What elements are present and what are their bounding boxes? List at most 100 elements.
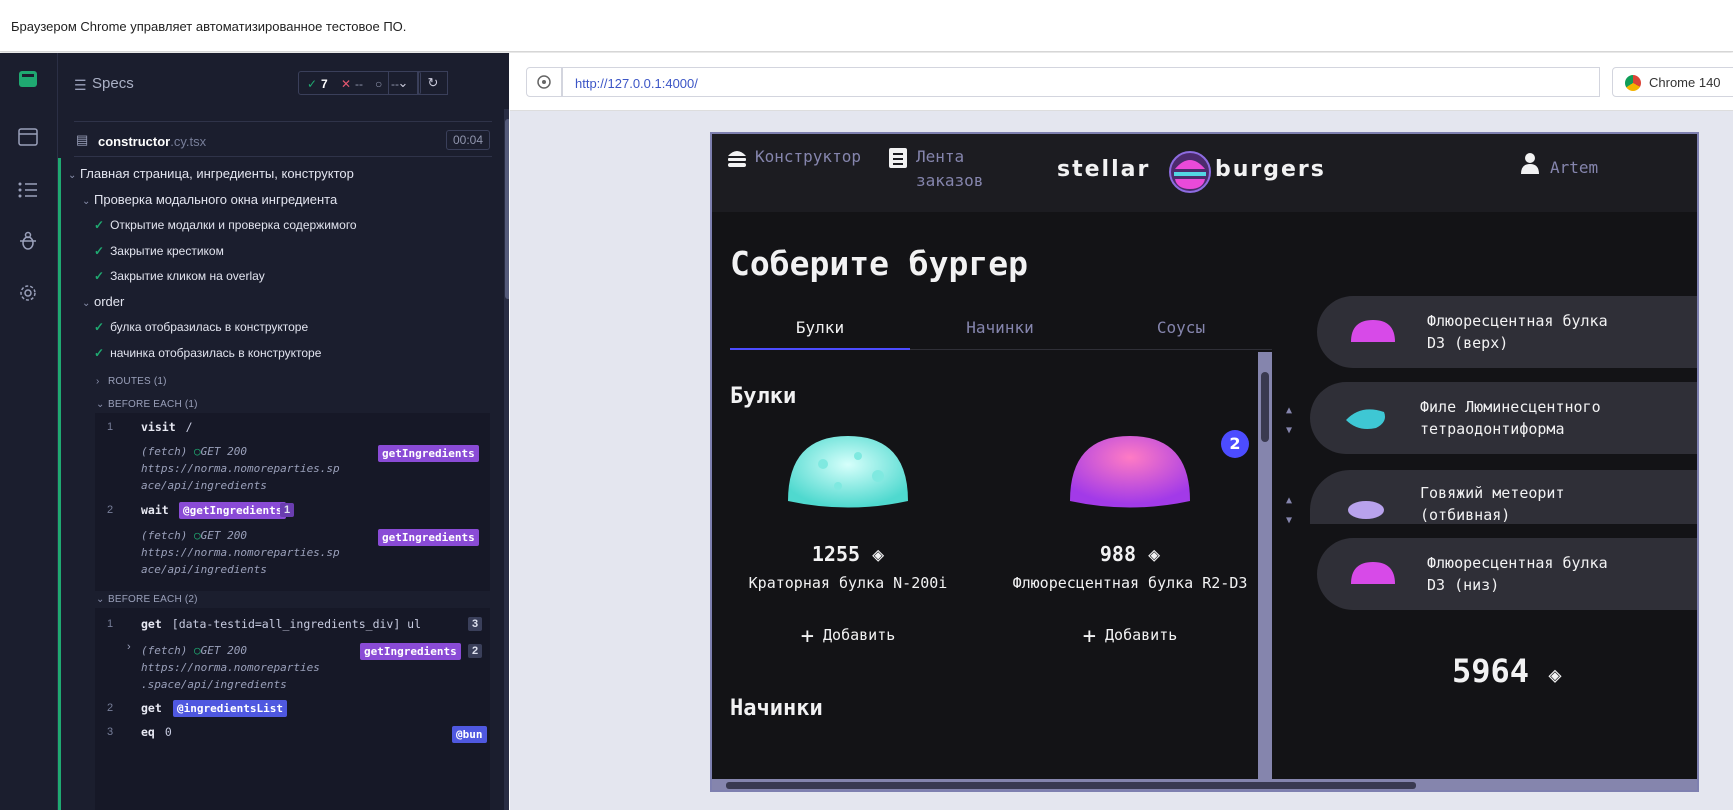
test-label: Закрытие крестиком	[110, 244, 224, 258]
nav-profile[interactable]: Artem	[1550, 156, 1598, 180]
before-each-1-commands: 1 visit / (fetch) ○GET 200 https://norma.n…	[95, 413, 490, 591]
browser-selector[interactable]: Chrome 140	[1612, 67, 1733, 97]
scroll-thumb[interactable]	[505, 119, 509, 299]
ingredients-scrollbar[interactable]	[1258, 352, 1272, 790]
ingredient-price: 1255 ◈	[728, 542, 968, 566]
specs-list-icon[interactable]: ☰	[74, 77, 87, 94]
tab-fillings[interactable]: Начинки	[910, 306, 1090, 350]
drag-handle-icon[interactable]: ▲ ▼	[1286, 496, 1292, 526]
fetch-log[interactable]: (fetch) ○GET 200 https://norma.nomorepart…	[141, 642, 320, 693]
url-text: https://norma.nomoreparties	[141, 661, 320, 674]
item-name-line1: Говяжий метеорит	[1420, 484, 1565, 502]
chevron-right-icon[interactable]: ›	[127, 641, 131, 653]
settings-gear-icon[interactable]	[16, 281, 40, 305]
profile-icon	[1520, 152, 1540, 178]
item-name-line2: D3 (низ)	[1427, 576, 1500, 594]
drag-handle-icon[interactable]: ▲ ▼	[1286, 406, 1292, 436]
item-name-line1: Филе Люминесцентного	[1420, 398, 1601, 416]
url-text: ace/api/ingredients	[141, 479, 267, 492]
failed-count: --	[355, 77, 363, 91]
before-each-1-label: BEFORE EACH (1)	[108, 399, 198, 410]
nav-feed-line1: Лента	[916, 147, 965, 166]
status-text: GET 200	[200, 644, 247, 657]
visit-command[interactable]: visit /	[141, 420, 193, 434]
test-item[interactable]: ✓ Открытие модалки и проверка содержимого	[94, 218, 357, 232]
bun-image	[1351, 320, 1395, 342]
get-command-text: get	[141, 617, 162, 631]
fluorescent-bun-image	[1070, 436, 1190, 508]
visit-command-text: visit	[141, 420, 176, 434]
add-ingredient-button[interactable]: + Добавить	[728, 624, 968, 649]
price-value: 1255	[811, 542, 861, 566]
fetch-log[interactable]: (fetch) ○GET 200 https://norma.nomorepart…	[141, 527, 340, 578]
add-ingredient-button[interactable]: + Добавить	[1010, 624, 1250, 649]
eq-command[interactable]: eq 0	[141, 725, 172, 739]
fetch-label: (fetch)	[141, 529, 188, 542]
add-label: Добавить	[1105, 626, 1178, 644]
wait-command[interactable]: wait	[141, 503, 169, 517]
get-command[interactable]: get	[141, 701, 162, 715]
specs-nav-icon[interactable]	[16, 125, 40, 149]
cypress-logo-icon[interactable]	[16, 67, 40, 91]
chevron-down-button[interactable]: ⌄	[388, 71, 418, 95]
order-suite[interactable]: ⌄ order	[82, 294, 124, 309]
test-item[interactable]: ✓ Закрытие крестиком	[94, 244, 224, 258]
get-command[interactable]: get [data-testid=all_ingredients_div] ul	[141, 617, 421, 631]
fetch-log[interactable]: (fetch) ○GET 200 https://norma.nomorepart…	[141, 443, 340, 494]
nav-feed-line2: заказов	[916, 171, 984, 190]
tab-buns[interactable]: Булки	[730, 306, 910, 350]
item-name-line1: Флюоресцентная булка	[1427, 312, 1608, 330]
app-header: Конструктор Лента заказов stellar burgers…	[712, 134, 1697, 212]
runs-nav-icon[interactable]	[16, 177, 40, 201]
before-each-2-toggle[interactable]: ⌄ BEFORE EACH (2)	[96, 590, 198, 605]
test-label: Закрытие кликом на overlay	[110, 269, 265, 283]
sub-suite-title[interactable]: ⌄ Проверка модального окна ингредиента	[82, 192, 337, 207]
logo-text-left: stellar	[1057, 157, 1151, 182]
browser-name: Chrome 140	[1649, 75, 1721, 90]
reporter-header: ☰ Specs ✓ 7 ✕ -- ○ -- ⌄ ↻	[58, 53, 500, 117]
test-item[interactable]: ✓ начинка отобразилась в конструкторе	[94, 346, 321, 360]
logo-icon	[1169, 151, 1211, 193]
rerun-button[interactable]: ↻	[418, 71, 448, 95]
bug-icon[interactable]	[16, 229, 40, 253]
scroll-thumb[interactable]	[1261, 372, 1269, 442]
nav-constructor[interactable]: Конструктор	[755, 145, 861, 169]
specs-label[interactable]: Specs	[92, 75, 134, 92]
ingredient-card[interactable]: 988 ◈ Флюоресцентная булка R2-D3 + Добав…	[1010, 396, 1250, 649]
banner-text: Браузером Chrome управляет автоматизиров…	[11, 19, 407, 34]
bun-image	[1351, 562, 1395, 584]
url-text: ace/api/ingredients	[141, 563, 267, 576]
stellar-burgers-logo[interactable]: stellar burgers	[1057, 149, 1327, 195]
reporter-scrollbar[interactable]	[504, 109, 509, 810]
wait-alias-tag: @getIngredients	[179, 502, 287, 519]
selector-playground-icon[interactable]	[526, 67, 562, 97]
scroll-thumb[interactable]	[726, 782, 1416, 789]
logo-text-right: burgers	[1215, 157, 1326, 182]
alias-tag: @ingredientsList	[173, 700, 287, 717]
ingredient-card[interactable]: 1255 ◈ Краторная булка N-200i + Добавить	[728, 396, 968, 649]
before-each-2-label: BEFORE EACH (2)	[108, 594, 198, 605]
app-horizontal-scrollbar[interactable]	[712, 779, 1697, 790]
constructor-bun-bottom: Флюоресцентная булка D3 (низ)	[1317, 538, 1697, 610]
fish-fillet-image	[1346, 409, 1385, 429]
chrome-icon	[1625, 75, 1641, 91]
test-item[interactable]: ✓ Закрытие кликом на overlay	[94, 269, 265, 283]
order-suite-text: order	[94, 294, 125, 309]
line-number: 1	[107, 421, 114, 433]
price-value: 988	[1099, 542, 1137, 566]
routes-toggle[interactable]: › ROUTES (1)	[96, 372, 167, 387]
burger-icon	[726, 148, 748, 172]
suite-title[interactable]: ⌄ Главная страница, ингредиенты, конструк…	[68, 166, 354, 181]
tab-sauces[interactable]: Соусы	[1090, 306, 1272, 350]
fetch-label: (fetch)	[141, 644, 188, 657]
alias-tag: getIngredients	[360, 643, 461, 660]
app-under-test-pane: http://127.0.0.1:4000/ Chrome 140 Констр…	[510, 53, 1733, 810]
add-label: Добавить	[823, 626, 896, 644]
currency-icon: ◈	[872, 542, 885, 566]
aut-url[interactable]: http://127.0.0.1:4000/	[562, 67, 1600, 97]
nav-feed[interactable]: Лента заказов	[916, 145, 983, 193]
eq-arg: 0	[164, 725, 172, 739]
before-each-1-toggle[interactable]: ⌄ BEFORE EACH (1)	[96, 395, 198, 410]
url-text: https://norma.nomoreparties.sp	[141, 462, 340, 475]
test-item[interactable]: ✓ булка отобразилась в конструкторе	[94, 320, 308, 334]
